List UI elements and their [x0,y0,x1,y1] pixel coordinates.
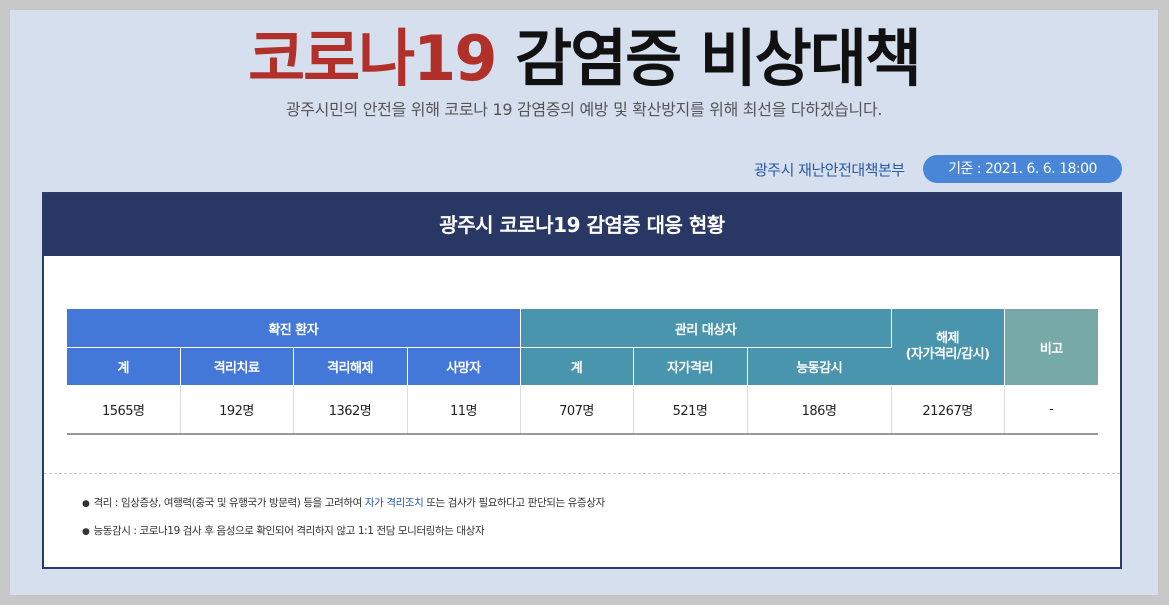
cell-released: 21267명 [891,385,1005,435]
org-name: 광주시 재난안전대책본부 [754,161,905,179]
subheader-self-isolation: 자가격리 [633,347,748,386]
hero-title-black: 감염증 비상대책 [515,22,922,95]
cell-total: 1565명 [67,385,181,435]
page-frame: 코로나19 감염증 비상대책 광주시민의 안전을 위해 코로나 19 감염증의 … [10,10,1158,595]
note-isolation-highlight: 자가 격리조치 [364,497,424,509]
subheader-isolation-release: 격리해제 [293,347,408,386]
cell-managed-total: 707명 [520,385,634,435]
status-panel: 광주시 코로나19 감염증 대응 현황 확진 환자 관리 대상자 해제 (자가격… [42,192,1122,569]
cell-remarks: - [1004,385,1099,435]
bullet-icon: ● [82,527,90,537]
bullet-icon: ● [82,499,90,509]
header-managed: 관리 대상자 [520,309,892,348]
cell-isolation-treatment: 192명 [180,385,294,435]
divider [44,473,1120,474]
hero-title-red: 코로나19 [248,22,497,95]
cell-isolation-release: 1362명 [293,385,408,435]
subheader-total: 계 [67,347,181,386]
cell-deaths: 11명 [407,385,521,435]
subheader-deaths: 사망자 [407,347,521,386]
subheader-isolation-treatment: 격리치료 [180,347,294,386]
table-row: 1565명 192명 1362명 11명 707명 521명 186명 2126… [67,385,1099,435]
hero-title: 코로나19 감염증 비상대책 [10,24,1158,94]
status-table: 확진 환자 관리 대상자 해제 (자가격리/감시) 비고 계 격리치료 격리해제… [67,309,1099,435]
header-released-label: 해제 (자가격리/감시) [905,331,990,362]
note-isolation-post: 또는 검사가 필요하다고 판단되는 유증상자 [423,497,605,509]
subheader-active-monitoring: 능동감시 [747,347,892,386]
note-monitoring: ● 능동감시 : 코로나19 검사 후 음성으로 확인되어 격리하지 않고 1:1… [82,523,485,538]
subheader-managed-total: 계 [520,347,634,386]
cell-active-monitoring: 186명 [747,385,892,435]
panel-title: 광주시 코로나19 감염증 대응 현황 [44,194,1120,256]
note-isolation: ● 격리 : 임상증상, 여행력(중국 및 유행국가 방문력) 등을 고려하여 자… [82,495,605,510]
header-remarks: 비고 [1004,309,1099,386]
cell-self-isolation: 521명 [633,385,748,435]
date-badge: 기준 : 2021. 6. 6. 18:00 [923,155,1122,183]
header-confirmed: 확진 환자 [67,309,521,348]
note-monitoring-text: 능동감시 : 코로나19 검사 후 음성으로 확인되어 격리하지 않고 1:1 … [93,525,485,537]
subtitle: 광주시민의 안전을 위해 코로나 19 감염증의 예방 및 확산방지를 위해 최… [285,100,883,119]
note-isolation-pre: 격리 : 임상증상, 여행력(중국 및 유행국가 방문력) 등을 고려하여 [93,497,365,509]
header-released: 해제 (자가격리/감시) [891,309,1005,386]
